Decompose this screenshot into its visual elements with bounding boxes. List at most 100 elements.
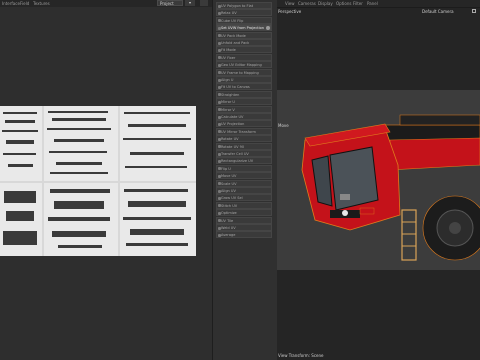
command-item[interactable]: Cube UV Flip xyxy=(216,16,272,24)
command-item[interactable]: Relax UV xyxy=(216,9,272,17)
command-item[interactable]: UV Tile xyxy=(216,216,272,224)
maximize-icon[interactable] xyxy=(472,9,476,13)
command-item[interactable]: Grow UV Sel xyxy=(216,194,272,202)
menu-interface[interactable]: Interface xyxy=(2,1,20,6)
viewport-menubar: View Cameras Display Options Filter Pane… xyxy=(277,0,480,8)
uv-layout-canvas[interactable] xyxy=(0,106,196,256)
command-icon xyxy=(218,63,221,67)
command-label: Optimize xyxy=(221,211,237,216)
command-label: Average xyxy=(221,233,236,238)
command-icon xyxy=(218,145,221,149)
command-icon xyxy=(218,219,221,223)
command-item[interactable]: Transfer Cell UV xyxy=(216,150,272,157)
command-item[interactable]: Align U xyxy=(216,76,272,83)
command-item[interactable]: UV Projection xyxy=(216,120,272,128)
menu-field[interactable]: Field xyxy=(20,1,29,6)
chevron-down-icon[interactable]: ▾ xyxy=(185,0,195,6)
command-label: Rotate UV xyxy=(221,137,239,142)
command-icon xyxy=(218,78,221,82)
menu-textures[interactable]: Textures xyxy=(33,1,50,6)
status-label: View Transform: Scene xyxy=(278,353,324,358)
command-item[interactable]: Unfold and Pack xyxy=(216,39,272,46)
command-label: Flip U xyxy=(221,166,231,171)
command-icon xyxy=(218,196,221,200)
command-item[interactable]: Align UV xyxy=(216,187,272,194)
menu-panel[interactable]: Panel xyxy=(367,1,378,6)
command-label: Fit UV to Canvas xyxy=(221,85,250,90)
command-item[interactable]: Rotate UV xyxy=(216,135,272,143)
command-item[interactable]: Rotate UV 90 xyxy=(216,142,272,150)
command-item[interactable]: Stitch UV xyxy=(216,201,272,209)
command-label: Stitch UV xyxy=(221,203,238,208)
uv-island-group xyxy=(44,106,118,181)
command-item[interactable]: Mirror V xyxy=(216,105,272,113)
viewport-background-top xyxy=(277,8,480,90)
command-item[interactable]: UV Frame to Mapping xyxy=(216,68,272,76)
command-icon xyxy=(218,189,221,193)
command-item[interactable]: Average xyxy=(216,231,272,239)
command-icon xyxy=(218,115,221,119)
tractor-model[interactable] xyxy=(290,110,480,270)
command-label: UV Fixer xyxy=(221,55,236,60)
command-label: Mirror U xyxy=(221,100,235,105)
command-icon xyxy=(218,71,221,75)
command-item[interactable]: Mirror U xyxy=(216,98,272,106)
command-icon xyxy=(218,174,221,178)
command-label: Cube UV Flip xyxy=(221,18,244,23)
command-item[interactable]: Set UVW from Projection xyxy=(216,24,272,32)
command-item[interactable]: Move UV xyxy=(216,172,272,180)
command-icon xyxy=(218,226,221,230)
command-icon xyxy=(218,159,221,163)
command-icon xyxy=(218,108,221,112)
command-item[interactable]: Straighten xyxy=(216,90,272,98)
command-icon xyxy=(218,182,221,186)
viewport-background-bottom xyxy=(277,270,480,360)
command-icon xyxy=(218,233,221,237)
command-item[interactable]: Geo UV Editor Mapping xyxy=(216,61,272,69)
command-label: Geo UV Editor Mapping xyxy=(221,63,262,68)
command-item[interactable]: Fit UV to Canvas xyxy=(216,83,272,91)
command-icon xyxy=(218,26,221,30)
command-label: Rotate UV 90 xyxy=(221,144,245,149)
command-item[interactable]: Optimize xyxy=(216,209,272,217)
menu-cameras[interactable]: Cameras xyxy=(298,1,316,6)
command-label: Calculate UV xyxy=(221,115,244,119)
command-label: Unfold and Pack xyxy=(221,41,250,45)
command-label: Align UV xyxy=(221,189,236,193)
command-item[interactable]: Rectangularize UV xyxy=(216,157,272,165)
menu-display[interactable]: Display xyxy=(318,1,333,6)
uv-island-group xyxy=(120,183,196,256)
command-icon xyxy=(218,152,221,156)
command-item[interactable]: UV Polygon to Flat xyxy=(216,2,272,9)
command-item[interactable]: Flip U xyxy=(216,164,272,172)
command-item[interactable]: UV Fixer xyxy=(216,53,272,61)
panel-options-icon[interactable] xyxy=(200,0,208,6)
view-select[interactable]: Project xyxy=(157,0,183,6)
command-icon xyxy=(218,41,221,45)
command-item[interactable]: Calculate UV xyxy=(216,113,272,120)
command-item[interactable]: UV Mirror Transform xyxy=(216,127,272,135)
command-label: Rectangularize UV xyxy=(221,159,254,164)
command-icon xyxy=(218,85,221,89)
command-item[interactable]: Fit Mode xyxy=(216,46,272,54)
camera-label[interactable]: Default Camera xyxy=(422,9,454,14)
command-label: Relax UV xyxy=(221,11,237,16)
command-label: Weld UV xyxy=(221,226,236,230)
menu-filter[interactable]: Filter xyxy=(353,1,363,6)
settings-icon[interactable] xyxy=(266,26,270,31)
command-item[interactable]: UV Pack Mode xyxy=(216,31,272,39)
command-icon xyxy=(218,122,221,126)
command-icon xyxy=(218,137,221,141)
command-label: Mirror V xyxy=(221,107,235,112)
command-label: UV Mirror Transform xyxy=(221,129,256,134)
command-icon xyxy=(218,11,221,15)
menu-view[interactable]: View xyxy=(285,1,295,6)
command-label: Scale UV xyxy=(221,181,237,186)
command-label: Straighten xyxy=(221,92,240,97)
command-label: Align U xyxy=(221,78,234,82)
command-label: UV Projection xyxy=(221,122,245,127)
command-item[interactable]: Weld UV xyxy=(216,224,272,231)
command-item[interactable]: Scale UV xyxy=(216,179,272,187)
command-label: Move UV xyxy=(221,174,237,179)
menu-options[interactable]: Options xyxy=(336,1,351,6)
